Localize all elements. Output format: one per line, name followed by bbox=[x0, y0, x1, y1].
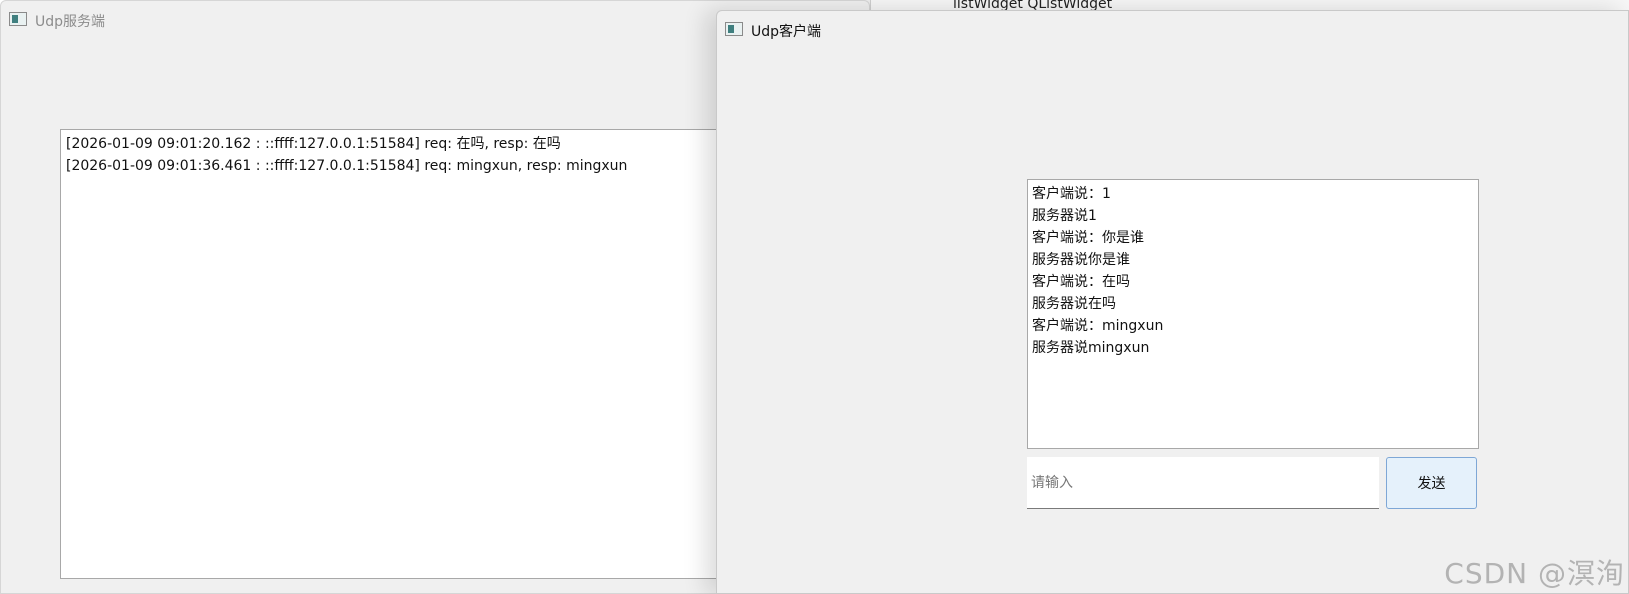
message-list-item[interactable]: 服务器说1 bbox=[1032, 205, 1474, 227]
client-window-title: Udp客户端 bbox=[751, 24, 822, 40]
csdn-watermark: CSDN @溟洵 bbox=[1444, 557, 1625, 590]
server-log-list[interactable]: [2026-01-09 09:01:20.162 : ::ffff:127.0.… bbox=[60, 129, 760, 579]
send-button[interactable]: 发送 bbox=[1386, 457, 1477, 509]
message-list-item[interactable]: 客户端说：在吗 bbox=[1032, 271, 1474, 293]
client-titlebar[interactable]: Udp客户端 bbox=[717, 11, 1628, 47]
message-list-item[interactable]: 服务器说mingxun bbox=[1032, 337, 1474, 359]
message-list-item[interactable]: 客户端说：你是谁 bbox=[1032, 227, 1474, 249]
message-list-item[interactable]: 客户端说：1 bbox=[1032, 183, 1474, 205]
desktop: listWidget QListWidget Udp服务端 [2026-01-0… bbox=[0, 0, 1629, 594]
log-list-item[interactable]: [2026-01-09 09:01:20.162 : ::ffff:127.0.… bbox=[66, 133, 754, 155]
message-input[interactable] bbox=[1027, 457, 1379, 509]
log-list-item[interactable]: [2026-01-09 09:01:36.461 : ::ffff:127.0.… bbox=[66, 155, 754, 177]
server-window-title: Udp服务端 bbox=[35, 14, 106, 30]
message-list-item[interactable]: 服务器说你是谁 bbox=[1032, 249, 1474, 271]
message-list[interactable]: 客户端说：1 服务器说1 客户端说：你是谁 服务器说你是谁 客户端说：在吗 服务… bbox=[1027, 179, 1479, 449]
message-list-item[interactable]: 客户端说：mingxun bbox=[1032, 315, 1474, 337]
message-list-item[interactable]: 服务器说在吗 bbox=[1032, 293, 1474, 315]
app-window-icon bbox=[725, 22, 743, 36]
app-window-icon bbox=[9, 12, 27, 26]
client-window[interactable]: Udp客户端 客户端说：1 服务器说1 客户端说：你是谁 服务器说你是谁 客户端… bbox=[716, 10, 1629, 594]
